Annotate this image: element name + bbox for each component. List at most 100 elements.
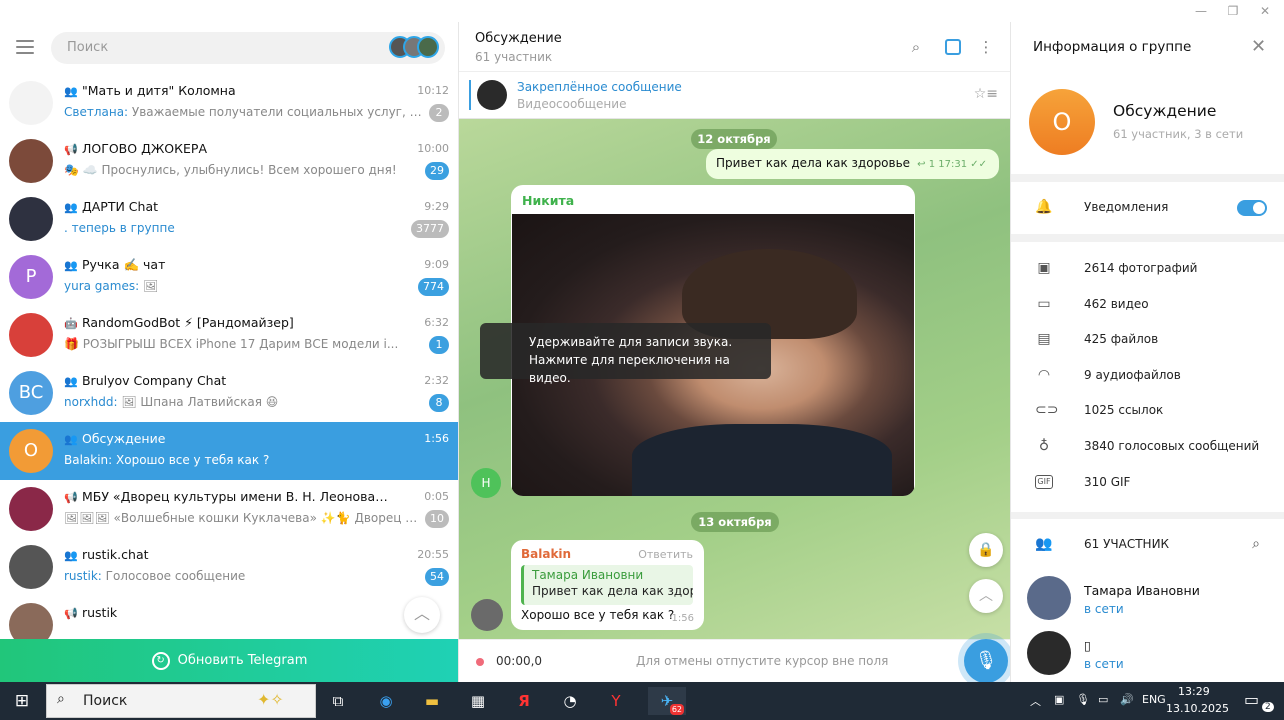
app-icon[interactable]: ◔ (556, 687, 584, 715)
media-row[interactable]: ▤ 425 файлов (1011, 328, 1284, 352)
file-explorer-icon[interactable]: ▬ (418, 687, 446, 715)
chat-preview: rustik: Голосовое сообщение (64, 569, 246, 583)
story-avatar[interactable] (417, 36, 439, 58)
chat-item[interactable]: 👥 "Мать и дитя" Коломна 10:12 Светлана: Ув… (0, 74, 458, 132)
scroll-down-button[interactable]: ︿ (969, 579, 1003, 613)
task-view-icon[interactable]: ⧉ (324, 687, 352, 715)
chat-title: 📢 ЛОГОВО ДЖОКЕРА (64, 141, 208, 156)
search-input[interactable]: Поиск (51, 32, 445, 64)
hamburger-menu-icon[interactable] (16, 40, 34, 54)
video-subject (632, 424, 892, 496)
search-icon[interactable]: ⌕ (907, 38, 925, 56)
chat-item[interactable]: P 👥 Ручка ✍️ чат 9:09 yura games: 🖼 774 (0, 248, 458, 306)
outgoing-message[interactable]: Привет как дела как здоровье ↩ 1 17:31 ✓… (706, 149, 999, 179)
chat-item[interactable]: 👥 ДАРТИ Chat 9:29 . теперь в группе 3777 (0, 190, 458, 248)
notifications-section: 🔔 Уведомления (1011, 182, 1284, 234)
search-placeholder: Поиск (67, 40, 109, 55)
notifications-icon[interactable]: ▭ (1244, 690, 1259, 709)
member-item[interactable]: ▯ в сети (1011, 629, 1284, 679)
recording-dot-icon (476, 658, 484, 666)
chat-title: 👥 ДАРТИ Chat (64, 199, 159, 214)
unread-badge: 54 (425, 568, 449, 586)
media-label: 425 файлов (1084, 332, 1159, 347)
chat-item[interactable]: 🤖 RandomGodBot ⚡ [Рандомайзер] 6:32 🎁 РОЗЫ… (0, 306, 458, 364)
volume-icon[interactable]: 🔊 (1120, 693, 1134, 706)
media-row[interactable]: ◠ 9 аудиофайлов (1011, 364, 1284, 388)
member-avatar (1027, 576, 1071, 620)
search-icon[interactable]: ⌕ (1247, 535, 1265, 553)
media-label: 3840 голосовых сообщений (1084, 439, 1260, 453)
notifications-label: Уведомления (1084, 200, 1169, 214)
author-avatar[interactable] (471, 599, 503, 631)
chat-item[interactable]: 📢 ЛОГОВО ДЖОКЕРА 10:00 🎭 ☁️ Проснулись, ул… (0, 132, 458, 190)
edge-browser-icon[interactable]: ◉ (372, 687, 400, 715)
author-avatar[interactable]: Н (471, 468, 501, 498)
chat-item[interactable]: 👥 rustik.chat 20:55 rustik: Голосовое сооб… (0, 538, 458, 596)
media-row[interactable]: ⊂⊃ 1025 ссылок (1011, 399, 1284, 423)
language-indicator[interactable]: ENG (1142, 693, 1166, 706)
incoming-message[interactable]: Balakin Ответить Тамара Ивановни Привет … (511, 540, 704, 630)
chat-subtitle: 61 участник (475, 50, 553, 64)
chat-time: 2:32 (424, 374, 449, 387)
chat-avatar (9, 197, 53, 241)
media-row[interactable]: ▣ 2614 фотографий (1011, 257, 1284, 281)
chat-preview: . теперь в группе (64, 221, 175, 235)
message-meta: ↩ 1 17:31 ✓✓ (917, 159, 987, 170)
telegram-taskbar-icon[interactable]: ✈ 62 (648, 687, 686, 715)
notifications-toggle[interactable] (1237, 200, 1267, 216)
chat-item[interactable]: 📢 МБУ «Дворец культуры имени В. Н. Леоно… (0, 480, 458, 538)
group-icon: 👥 (64, 201, 78, 214)
chat-item[interactable]: BC 👥 Brulyov Company Chat 2:32 norxhdd: 🖼 Ш… (0, 364, 458, 422)
group-icon: 👥 (64, 433, 78, 446)
more-options-icon[interactable]: ⋮ (977, 38, 995, 56)
group-avatar[interactable]: O (1029, 89, 1095, 155)
chat-avatar (9, 487, 53, 531)
sidebar-toggle-icon[interactable] (945, 39, 961, 55)
member-item[interactable]: Тамара Ивановни в сети (1011, 574, 1284, 624)
windows-start-icon[interactable]: ⊞ (8, 687, 36, 715)
media-row[interactable]: ▭ 462 видео (1011, 293, 1284, 317)
update-label: Обновить Telegram (177, 653, 308, 668)
chat-title: 📢 rustik (64, 605, 118, 620)
taskbar-search-label: Поиск (83, 693, 128, 709)
update-telegram-button[interactable]: ↻ Обновить Telegram (0, 639, 458, 682)
media-label: 462 видео (1084, 296, 1149, 311)
reply-button[interactable]: Ответить (638, 548, 693, 561)
record-voice-button[interactable]: 🎙 (964, 639, 1008, 682)
pinned-message-bar[interactable]: Закреплённое сообщение Видеосообщение ☆≡ (459, 72, 1010, 119)
tray-app-icon[interactable]: ▣ (1054, 693, 1064, 706)
clock-date[interactable]: 13.10.2025 (1166, 702, 1229, 715)
chat-time: 9:29 (424, 200, 449, 213)
media-row[interactable]: ♁ 3840 голосовых сообщений (1011, 435, 1284, 459)
tray-overflow-icon[interactable]: ︿ (1030, 693, 1041, 709)
lock-icon[interactable]: 🔒 (969, 533, 1003, 567)
chat-title: 🤖 RandomGodBot ⚡ [Рандомайзер] (64, 315, 294, 330)
chat-preview: Balakin: Хорошо все у тебя как ? (64, 453, 270, 467)
reply-quote[interactable]: Тамара Ивановни Привет как дела как здор… (521, 565, 693, 605)
quote-author: Тамара Ивановни (532, 568, 644, 582)
chat-item[interactable]: O 👥 Обсуждение 1:56 Balakin: Хорошо все у т… (0, 422, 458, 480)
scroll-up-button[interactable]: ︿ (404, 597, 440, 633)
network-icon[interactable]: ▭ (1098, 693, 1108, 706)
microsoft-store-icon[interactable]: ▦ (464, 687, 492, 715)
pinned-list-icon[interactable]: ☆≡ (974, 86, 998, 102)
yandex-icon[interactable]: Я (510, 687, 538, 715)
media-label: 9 аудиофайлов (1084, 367, 1181, 382)
restore-button[interactable]: ❐ (1222, 2, 1244, 20)
message-area: 12 октября Привет как дела как здоровье … (459, 119, 1010, 639)
group-icon: 👥 (64, 85, 78, 98)
chat-header[interactable]: Обсуждение 61 участник ⌕ ⋮ (459, 22, 1010, 72)
chat-avatar (9, 81, 53, 125)
taskbar-search[interactable]: ⌕ Поиск ✦✧ (46, 684, 316, 718)
yandex-browser-icon[interactable]: Y (602, 687, 630, 715)
pinned-text: Видеосообщение (517, 97, 627, 111)
clock-time[interactable]: 13:29 (1178, 685, 1210, 698)
close-window-button[interactable]: ✕ (1254, 2, 1276, 20)
group-info-header: Информация о группе ✕ O Обсуждение 61 уч… (1011, 22, 1284, 174)
close-icon[interactable]: ✕ (1251, 36, 1266, 57)
chat-title: 📢 МБУ «Дворец культуры имени В. Н. Леоно… (64, 489, 394, 504)
chat-list-panel: Поиск 👥 "Мать и дитя" Коломна 10:12 Светла… (0, 22, 459, 682)
media-row[interactable]: GIF 310 GIF (1011, 471, 1284, 495)
minimize-button[interactable]: — (1190, 2, 1212, 20)
microphone-tray-icon[interactable]: 🎙 (1076, 693, 1090, 706)
